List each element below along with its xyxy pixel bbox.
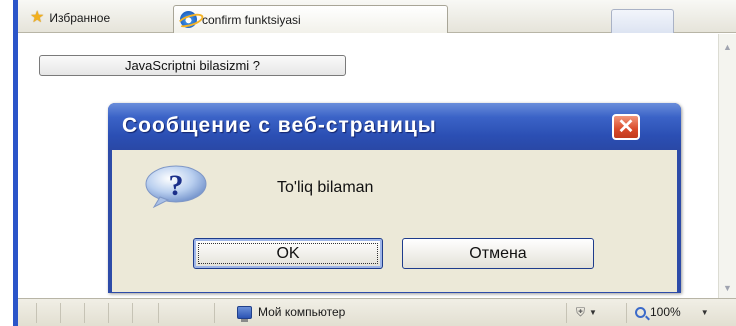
new-tab-button[interactable] — [611, 9, 674, 33]
zone-label: Мой компьютер — [258, 305, 346, 319]
close-button[interactable]: ✕ — [612, 114, 640, 140]
status-cell — [36, 303, 37, 323]
shield-icon: ⛨ — [576, 305, 586, 319]
favorites-button[interactable]: ★ Избранное — [30, 9, 110, 27]
close-icon: ✕ — [617, 116, 635, 138]
status-cell — [108, 303, 109, 323]
scroll-down-icon[interactable]: ▼ — [719, 279, 736, 296]
svg-text:?: ? — [169, 169, 184, 202]
protected-mode-button[interactable]: ⛨ ▼ — [576, 305, 597, 320]
status-cell — [566, 303, 567, 323]
status-cell — [158, 303, 159, 323]
dialog-message: To'liq bilaman — [277, 179, 374, 196]
status-bar: Мой компьютер ⛨ ▼ 100% ▼ — [18, 298, 736, 326]
status-cell — [132, 303, 133, 323]
status-cell — [60, 303, 61, 323]
tab-bar: ★ Избранное confirm funktsiyasi — [18, 0, 736, 33]
window-frame-edge — [0, 0, 18, 326]
scroll-up-icon[interactable]: ▲ — [719, 38, 736, 55]
vertical-scrollbar[interactable]: ▲ ▼ — [718, 34, 736, 298]
tab-confirm[interactable]: confirm funktsiyasi — [173, 5, 448, 33]
dialog-title: Сообщение с веб-страницы — [122, 114, 437, 137]
chevron-down-icon: ▼ — [589, 308, 597, 317]
question-icon: ? — [145, 165, 207, 208]
status-cell — [626, 303, 627, 323]
confirm-dialog: Сообщение с веб-страницы ✕ ? To'liq bila… — [108, 103, 681, 293]
ok-button[interactable]: OK — [193, 238, 383, 269]
chevron-down-icon: ▼ — [700, 307, 709, 317]
zoom-control[interactable]: 100% ▼ — [635, 305, 709, 319]
favorites-label: Избранное — [49, 11, 111, 25]
computer-icon — [237, 305, 252, 322]
javascript-question-button[interactable]: JavaScriptni bilasizmi ? — [39, 55, 346, 76]
ie-icon — [180, 11, 197, 28]
dialog-titlebar[interactable]: Сообщение с веб-страницы ✕ — [108, 103, 681, 150]
security-zone[interactable]: Мой компьютер — [237, 305, 346, 322]
tab-title: confirm funktsiyasi — [202, 12, 301, 27]
star-icon: ★ — [30, 9, 45, 26]
dialog-body: ? To'liq bilaman OK Отмена — [112, 150, 677, 292]
status-cell — [84, 303, 85, 323]
zoom-label: 100% — [650, 305, 681, 319]
status-cell — [214, 303, 215, 323]
magnifier-icon — [635, 306, 646, 318]
cancel-button[interactable]: Отмена — [402, 238, 594, 269]
